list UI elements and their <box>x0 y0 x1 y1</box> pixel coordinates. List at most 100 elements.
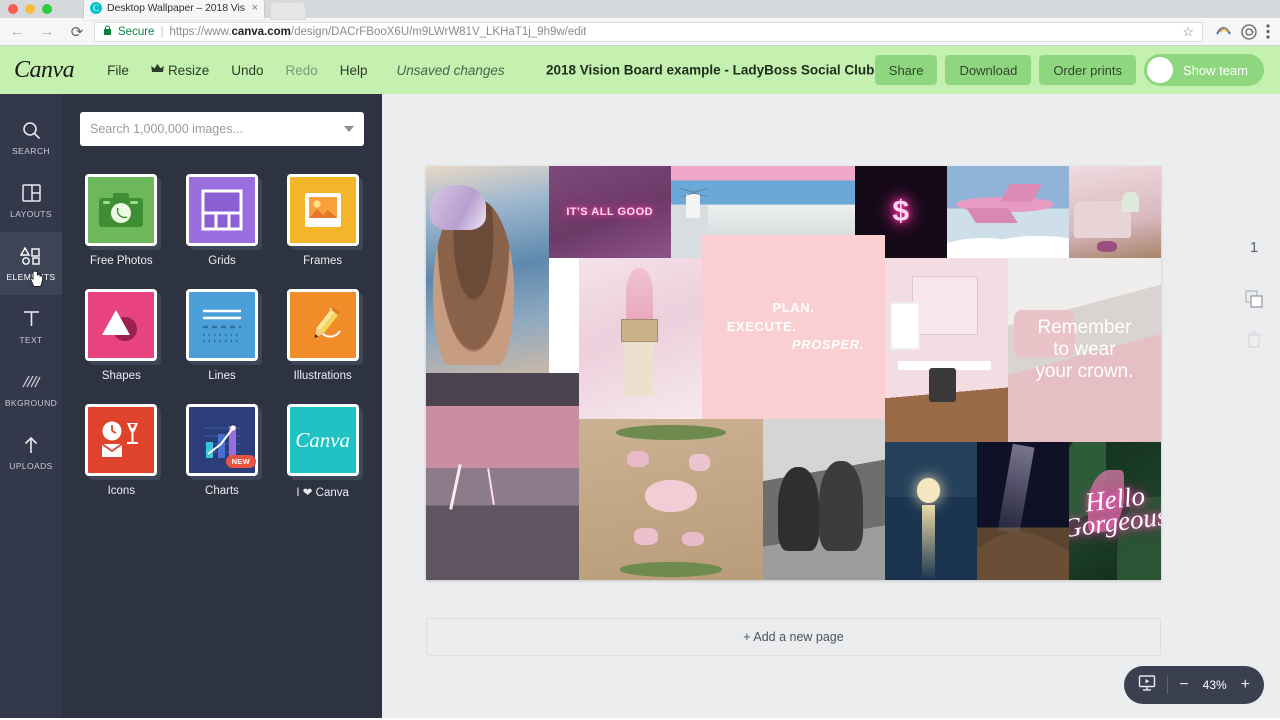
category-label: Lines <box>208 370 236 382</box>
browser-tabstrip: C Desktop Wallpaper – 2018 Vis × <box>0 0 1280 20</box>
reload-button[interactable]: ⟳ <box>64 19 90 45</box>
menu-undo[interactable]: Undo <box>220 55 274 85</box>
menu-file[interactable]: File <box>96 55 140 85</box>
collage-photo-pink-office[interactable] <box>885 258 1008 442</box>
design-page[interactable]: IT'S ALL GOOD $ PLAN. EXECUTE. PROSPER. … <box>426 166 1161 580</box>
sidebar-label-text: TEXT <box>19 335 43 345</box>
duplicate-page-icon[interactable] <box>1245 284 1263 314</box>
sidebar-item-search[interactable]: SEARCH <box>0 106 62 169</box>
collage-text-remember-2: to wear <box>1053 339 1116 361</box>
left-rail: SEARCH LAYOUTS ELEMENTS TEXT BKGROUND UP… <box>0 94 62 718</box>
sidebar-item-layouts[interactable]: LAYOUTS <box>0 169 62 232</box>
canva-favicon: C <box>90 2 102 14</box>
window-controls[interactable] <box>0 0 52 18</box>
menu-help-label: Help <box>339 62 368 78</box>
chrome-toolbar-icons <box>1207 23 1270 40</box>
sidebar-item-uploads[interactable]: UPLOADS <box>0 421 62 484</box>
minimize-window-button[interactable] <box>25 4 35 14</box>
category-label: Shapes <box>101 370 141 382</box>
canva-logo[interactable]: Canva <box>14 57 75 84</box>
forward-button[interactable]: → <box>34 19 60 45</box>
present-icon[interactable] <box>1138 674 1156 697</box>
category-lines[interactable]: Lines <box>181 289 264 382</box>
category-i-love-canva[interactable]: Canva I ❤ Canva <box>281 404 364 499</box>
bookmark-star-icon[interactable]: ☆ <box>1174 24 1194 40</box>
element-category-grid: Free Photos Grids Frames Shapes Lines Il… <box>80 174 364 499</box>
new-tab-button[interactable] <box>270 2 306 20</box>
chevron-down-icon[interactable] <box>344 126 354 132</box>
zoom-out-button[interactable]: − <box>1179 677 1188 693</box>
category-grids[interactable]: Grids <box>181 174 264 267</box>
search-input[interactable] <box>90 122 344 136</box>
editor-body: SEARCH LAYOUTS ELEMENTS TEXT BKGROUND UP… <box>0 94 1280 718</box>
order-prints-button[interactable]: Order prints <box>1039 55 1136 85</box>
sidebar-label-background: BKGROUND <box>4 398 58 408</box>
collage-photo-paintbrush[interactable] <box>579 258 702 419</box>
chrome-menu-icon[interactable] <box>1266 24 1270 39</box>
collage-photo-pink-living-room[interactable] <box>1069 166 1161 258</box>
category-label: Icons <box>107 485 136 497</box>
collage-text-dollar: $ <box>892 195 910 228</box>
sidebar-item-elements[interactable]: ELEMENTS <box>0 232 62 295</box>
collage-text-remember-3: your crown. <box>1035 360 1134 382</box>
collage-photo-bed-crown[interactable]: Remember to wear your crown. <box>1007 258 1161 442</box>
elements-icon <box>19 245 43 267</box>
url-text: https://www.canva.com/design/DACrFBooX6U… <box>169 26 586 38</box>
category-shapes[interactable]: Shapes <box>80 289 163 382</box>
category-icons[interactable]: Icons <box>80 404 163 499</box>
sidebar-label-elements: ELEMENTS <box>6 272 56 282</box>
collage-photo-moon-sea[interactable] <box>885 442 978 580</box>
back-button[interactable]: ← <box>4 19 30 45</box>
add-new-page-button[interactable]: + Add a new page <box>426 618 1161 656</box>
download-button[interactable]: Download <box>945 55 1032 85</box>
collage-photo-milky-way[interactable] <box>977 442 1070 580</box>
camera-icon <box>85 174 158 246</box>
collage-photo-crystals[interactable] <box>579 419 763 580</box>
menu-help[interactable]: Help <box>329 55 379 85</box>
url-divider: | <box>160 25 164 38</box>
maximize-window-button[interactable] <box>42 4 52 14</box>
close-window-button[interactable] <box>8 4 18 14</box>
menu-redo[interactable]: Redo <box>274 55 328 85</box>
collage-text-its-all-good: IT'S ALL GOOD <box>566 206 654 218</box>
share-button[interactable]: Share <box>874 55 938 85</box>
collage-text-block-plan[interactable]: PLAN. EXECUTE. PROSPER. <box>701 235 886 419</box>
category-charts[interactable]: NEW Charts <box>181 404 264 499</box>
sidebar-item-text[interactable]: TEXT <box>0 295 62 358</box>
secure-label: Secure <box>118 25 155 38</box>
category-label: Charts <box>205 485 239 497</box>
lock-icon <box>103 25 112 39</box>
new-badge: NEW <box>225 455 256 468</box>
browser-omnibar: ← → ⟳ Secure | https://www.canva.com/des… <box>0 18 1280 46</box>
extension-icon[interactable] <box>1215 25 1232 38</box>
collage-photo-its-all-good[interactable]: IT'S ALL GOOD <box>548 166 671 258</box>
collage-text-execute: EXECUTE. <box>726 318 797 334</box>
toolbar-divider <box>1167 676 1169 694</box>
collage-photo-lightning[interactable] <box>426 373 580 580</box>
close-tab-button[interactable]: × <box>252 2 258 14</box>
address-bar[interactable]: Secure | https://www.canva.com/design/DA… <box>94 21 1203 42</box>
category-free-photos[interactable]: Free Photos <box>80 174 163 267</box>
document-title[interactable]: 2018 Vision Board example - LadyBoss Soc… <box>546 63 874 78</box>
toolbar-actions: Share Download Order prints Show team <box>874 54 1264 86</box>
category-label: Grids <box>208 255 236 267</box>
delete-page-icon[interactable] <box>1247 324 1261 354</box>
spiral-icon[interactable] <box>1241 23 1257 40</box>
zoom-level: 43% <box>1202 678 1227 692</box>
menu-resize[interactable]: Resize <box>140 55 220 85</box>
page-tools: 1 <box>1228 166 1280 580</box>
collage-photo-hello-gorgeous[interactable]: Hello Gorgeous <box>1069 442 1161 580</box>
collage-photo-woman-crown[interactable] <box>426 166 549 373</box>
browser-tab[interactable]: C Desktop Wallpaper – 2018 Vis × <box>84 0 264 20</box>
image-search-bar[interactable] <box>80 112 364 146</box>
zoom-in-button[interactable]: + <box>1241 677 1250 693</box>
show-team-button[interactable]: Show team <box>1143 54 1264 86</box>
collage-photo-couple-bw[interactable] <box>762 419 886 580</box>
layouts-icon <box>21 182 41 204</box>
avatar <box>1146 57 1173 83</box>
category-illustrations[interactable]: Illustrations <box>281 289 364 382</box>
category-frames[interactable]: Frames <box>281 174 364 267</box>
sidebar-item-background[interactable]: BKGROUND <box>0 358 62 421</box>
tab-title: Desktop Wallpaper – 2018 Vis <box>107 2 245 14</box>
collage-photo-pink-jet[interactable] <box>946 166 1070 258</box>
